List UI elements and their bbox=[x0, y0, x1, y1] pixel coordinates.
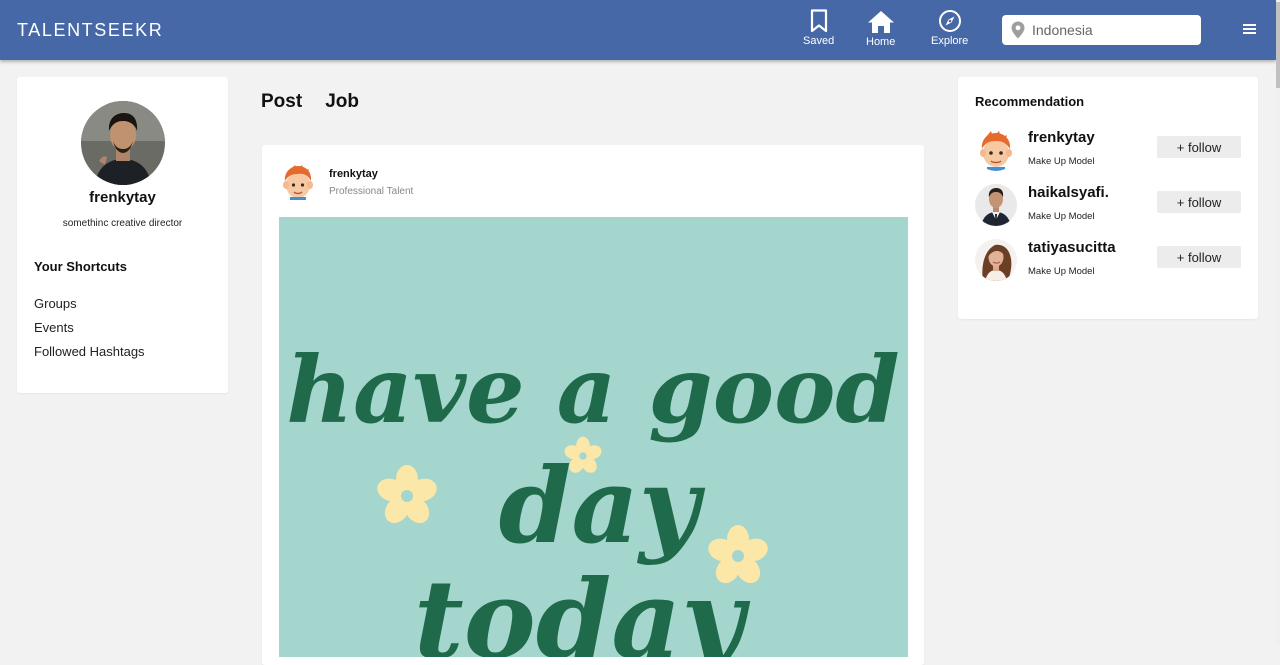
brand-logo[interactable]: TALENTSEEKR bbox=[17, 20, 163, 41]
recommendation-item: haikalsyafi. Make Up Model + follow bbox=[975, 184, 1241, 228]
shortcut-groups[interactable]: Groups bbox=[34, 296, 77, 311]
bookmark-icon bbox=[810, 9, 827, 33]
post-author-role: Professional Talent bbox=[329, 186, 414, 197]
image-text-line-1: have a good bbox=[286, 336, 900, 444]
profile-role: somethinc creative director bbox=[62, 218, 183, 229]
hamburger-menu-icon[interactable] bbox=[1243, 23, 1256, 35]
recommendation-avatar[interactable] bbox=[975, 239, 1017, 281]
nav-saved[interactable]: Saved bbox=[803, 9, 834, 47]
follow-button[interactable]: + follow bbox=[1157, 136, 1241, 158]
image-text-line-2: day bbox=[499, 444, 706, 567]
recommendation-card: Recommendation frenkytay Make Up Model +… bbox=[958, 77, 1258, 319]
recommendation-item: frenkytay Make Up Model + follow bbox=[975, 129, 1241, 173]
recommendation-role: Make Up Model bbox=[1028, 211, 1095, 222]
profile-name[interactable]: frenkytay bbox=[17, 189, 228, 206]
shortcuts-title: Your Shortcuts bbox=[34, 259, 127, 274]
recommendation-avatar[interactable] bbox=[975, 129, 1017, 171]
recommendation-title: Recommendation bbox=[975, 94, 1085, 109]
profile-card: frenkytay somethinc creative director Yo… bbox=[17, 77, 228, 393]
image-text-line-3: today bbox=[414, 557, 750, 657]
post-author-name[interactable]: frenkytay bbox=[329, 168, 378, 180]
profile-avatar[interactable] bbox=[81, 101, 165, 185]
post-card: frenkytay Professional Talent have a goo… bbox=[262, 145, 924, 665]
tab-post[interactable]: Post bbox=[261, 91, 302, 113]
recommendation-role: Make Up Model bbox=[1028, 156, 1095, 167]
shortcut-events[interactable]: Events bbox=[34, 320, 74, 335]
recommendation-name[interactable]: tatiyasucitta bbox=[1028, 239, 1116, 256]
nav-home-label: Home bbox=[866, 36, 896, 48]
scrollbar-thumb[interactable] bbox=[1276, 2, 1280, 88]
page-scrollbar[interactable] bbox=[1276, 0, 1280, 645]
feed-tabs: Post Job bbox=[261, 91, 382, 113]
recommendation-name[interactable]: frenkytay bbox=[1028, 129, 1095, 146]
location-pin-icon bbox=[1011, 21, 1025, 39]
post-author-avatar[interactable] bbox=[281, 164, 315, 200]
recommendation-avatar[interactable] bbox=[975, 184, 1017, 226]
recommendation-role: Make Up Model bbox=[1028, 266, 1095, 277]
top-navigation-bar: TALENTSEEKR Saved Home Explore bbox=[0, 0, 1276, 60]
nav-explore-label: Explore bbox=[931, 35, 969, 47]
home-icon bbox=[867, 11, 894, 33]
location-search-field[interactable] bbox=[1002, 15, 1201, 45]
tab-job[interactable]: Job bbox=[325, 91, 359, 113]
recommendation-item: tatiyasucitta Make Up Model + follow bbox=[975, 239, 1241, 283]
nav-home[interactable]: Home bbox=[866, 10, 895, 48]
shortcut-followed-hashtags[interactable]: Followed Hashtags bbox=[34, 344, 145, 359]
recommendation-name[interactable]: haikalsyafi. bbox=[1028, 184, 1109, 201]
post-image[interactable]: have a good day today bbox=[279, 217, 908, 657]
location-search-input[interactable] bbox=[1032, 22, 1192, 38]
nav-explore[interactable]: Explore bbox=[931, 9, 968, 47]
nav-saved-label: Saved bbox=[803, 35, 835, 47]
follow-button[interactable]: + follow bbox=[1157, 246, 1241, 268]
compass-icon bbox=[938, 10, 961, 32]
follow-button[interactable]: + follow bbox=[1157, 191, 1241, 213]
